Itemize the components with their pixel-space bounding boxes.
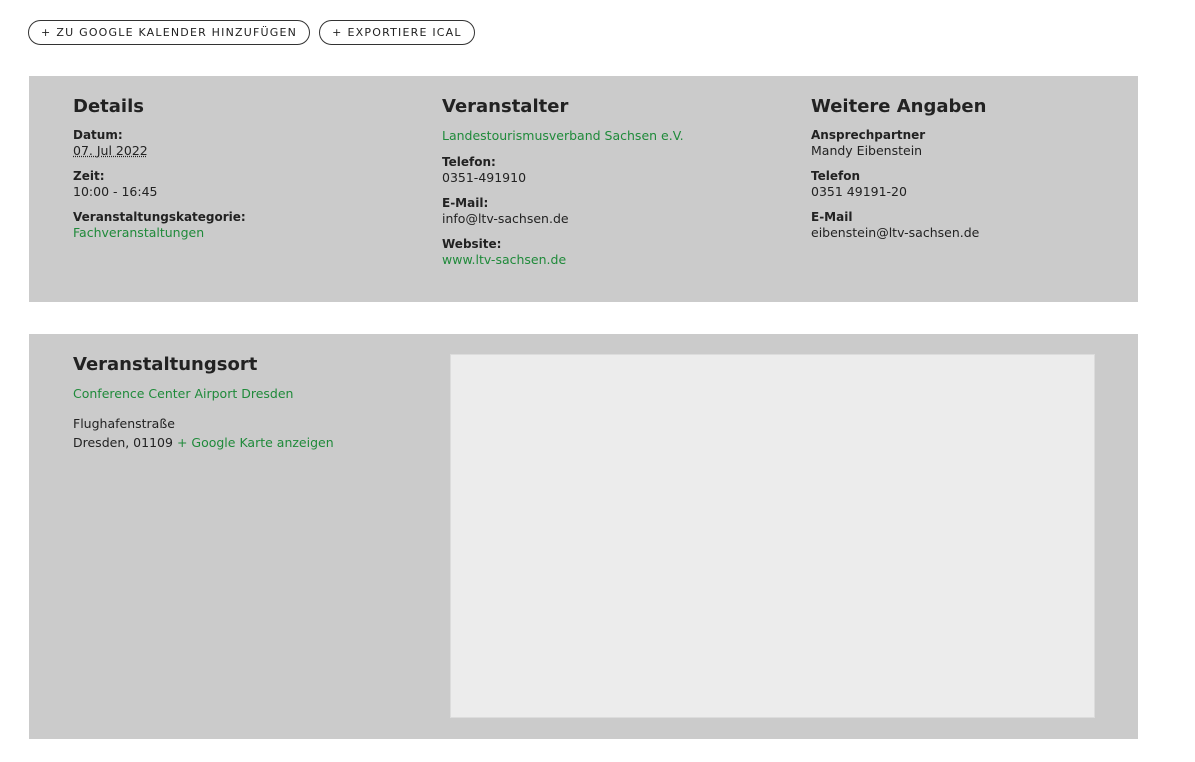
organizer-email-label: E-Mail: bbox=[442, 196, 489, 210]
venue-address-line: Dresden, 01109 + Google Karte anzeigen bbox=[73, 433, 413, 452]
venue-column: Veranstaltungsort Conference Center Airp… bbox=[73, 354, 413, 452]
contact-phone-value: 0351 49191-20 bbox=[811, 184, 907, 199]
time-label: Zeit: bbox=[73, 169, 105, 183]
category-label: Veranstaltungskategorie: bbox=[73, 210, 246, 224]
export-ical-button[interactable]: + EXPORTIERE ICAL bbox=[319, 20, 475, 45]
organizer-link[interactable]: Landestourismusverband Sachsen e.V. bbox=[442, 128, 684, 143]
date-label: Datum: bbox=[73, 128, 123, 142]
details-column: Details Datum: 07. Jul 2022 Zeit: 10:00 … bbox=[73, 96, 403, 251]
category-link[interactable]: Fachveranstaltungen bbox=[73, 225, 204, 240]
venue-city-zip: Dresden, 01109 bbox=[73, 435, 173, 450]
organizer-website-label: Website: bbox=[442, 237, 502, 251]
organizer-phone-label: Telefon: bbox=[442, 155, 496, 169]
event-actions: + ZU GOOGLE KALENDER HINZUFÜGEN + EXPORT… bbox=[28, 20, 475, 45]
more-info-heading: Weitere Angaben bbox=[811, 96, 987, 117]
venue-map[interactable] bbox=[450, 354, 1095, 718]
plus-icon: + bbox=[41, 26, 52, 39]
organizer-phone-value: 0351-491910 bbox=[442, 170, 527, 185]
event-meta-panel: Details Datum: 07. Jul 2022 Zeit: 10:00 … bbox=[29, 76, 1138, 302]
venue-street: Flughafenstraße bbox=[73, 416, 175, 431]
venue-panel: Veranstaltungsort Conference Center Airp… bbox=[29, 334, 1138, 739]
time-value: 10:00 - 16:45 bbox=[73, 184, 158, 199]
plus-icon: + bbox=[332, 26, 343, 39]
contact-label: Ansprechpartner bbox=[811, 128, 926, 142]
venue-name-link[interactable]: Conference Center Airport Dresden bbox=[73, 386, 293, 401]
organizer-website-link[interactable]: www.ltv-sachsen.de bbox=[442, 252, 566, 267]
add-to-google-calendar-button[interactable]: + ZU GOOGLE KALENDER HINZUFÜGEN bbox=[28, 20, 311, 45]
organizer-heading: Veranstalter bbox=[442, 96, 569, 117]
venue-heading: Veranstaltungsort bbox=[73, 354, 258, 375]
contact-phone-label: Telefon bbox=[811, 169, 860, 183]
export-ical-label: EXPORTIERE ICAL bbox=[347, 26, 462, 39]
contact-email-label: E-Mail bbox=[811, 210, 853, 224]
more-info-column: Weitere Angaben Ansprechpartner Mandy Ei… bbox=[811, 96, 1111, 251]
organizer-email-value: info@ltv-sachsen.de bbox=[442, 211, 569, 226]
add-to-google-calendar-label: ZU GOOGLE KALENDER HINZUFÜGEN bbox=[56, 26, 298, 39]
google-map-link[interactable]: + Google Karte anzeigen bbox=[177, 435, 334, 450]
date-value: 07. Jul 2022 bbox=[73, 143, 148, 158]
organizer-column: Veranstalter Landestourismusverband Sach… bbox=[442, 96, 782, 278]
contact-email-value: eibenstein@ltv-sachsen.de bbox=[811, 225, 980, 240]
details-heading: Details bbox=[73, 96, 144, 117]
contact-value: Mandy Eibenstein bbox=[811, 143, 923, 158]
